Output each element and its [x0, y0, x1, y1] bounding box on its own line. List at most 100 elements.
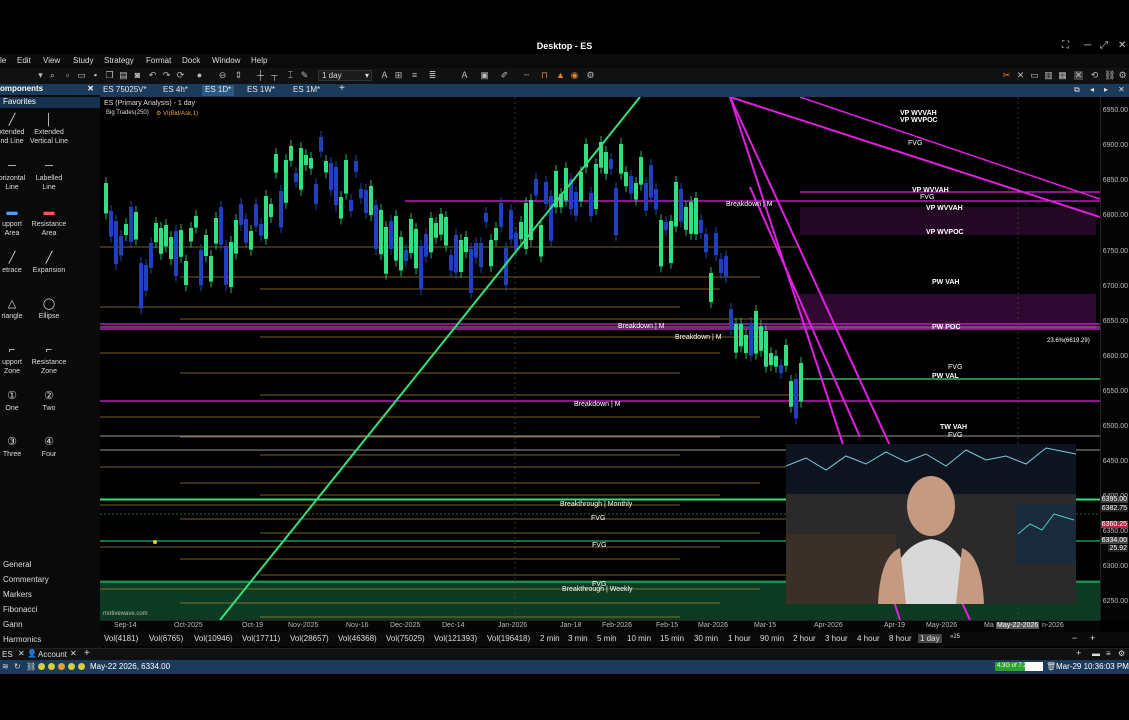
font-icon[interactable]: A	[380, 71, 389, 80]
menu-window[interactable]: Window	[212, 56, 240, 65]
menu-dock[interactable]: Dock	[182, 56, 200, 65]
grid-icon[interactable]: ▦	[1058, 71, 1067, 80]
menu-format[interactable]: Format	[146, 56, 171, 65]
arrow-left-icon[interactable]: ◂	[1090, 85, 1094, 94]
new-icon[interactable]: ▫	[63, 71, 72, 80]
category-harmonics[interactable]: Harmonics	[3, 635, 41, 644]
account-tab[interactable]: Account	[38, 650, 67, 659]
refresh-icon[interactable]: ⟳	[176, 71, 185, 80]
menu-study[interactable]: Study	[73, 56, 93, 65]
add-tab-button[interactable]: +	[336, 83, 348, 94]
menu-help[interactable]: Help	[251, 56, 267, 65]
vol-bar-button[interactable]: Vol(28657)	[290, 634, 329, 643]
vol-bar-button[interactable]: Vol(75025)	[386, 634, 425, 643]
category-markers[interactable]: Markers	[3, 590, 32, 599]
indicator-big-trades[interactable]: Big Trades(250)	[106, 110, 149, 116]
save-icon[interactable]: ▪	[91, 71, 100, 80]
tab-es-1w[interactable]: ES 1W*	[244, 85, 278, 96]
eye-icon[interactable]: ◉	[570, 71, 579, 80]
tool-labelled-line[interactable]: ─ Labelled Line	[27, 158, 71, 192]
link-icon[interactable]: ⛓	[26, 662, 36, 671]
timeframe-button[interactable]: 2 hour	[793, 634, 816, 643]
timeframe-button[interactable]: 3 hour	[825, 634, 848, 643]
pointer-icon[interactable]: ●	[195, 71, 204, 80]
arrow-right-icon[interactable]: ▸	[1104, 85, 1108, 94]
tab-es-1d[interactable]: ES 1D*	[202, 85, 235, 96]
list-icon[interactable]: ≡	[1106, 649, 1111, 658]
tool-resistance-zone[interactable]: ⌐ Resistance Zone	[27, 342, 71, 376]
search-icon[interactable]: ⌕	[48, 71, 57, 80]
vol-bar-button[interactable]: Vol(17711)	[242, 634, 280, 643]
dropdown-icon[interactable]: ▾	[36, 71, 45, 80]
fill-icon[interactable]: ▣	[480, 71, 489, 80]
tool-four[interactable]: ④ Four	[27, 434, 71, 459]
settings-icon[interactable]: ⚙	[586, 71, 595, 80]
symbol-tab[interactable]: ES	[2, 650, 13, 659]
connect-icon[interactable]: ↻	[14, 662, 21, 671]
tool-expansion[interactable]: ╱ Expansion	[27, 250, 71, 275]
text-icon[interactable]: ⌶	[286, 71, 295, 80]
gear-icon[interactable]: ⚙	[1118, 71, 1127, 80]
dash-icon[interactable]: ┄	[522, 71, 531, 80]
maximize-icon[interactable]: ⤢	[1100, 40, 1108, 51]
link-icon[interactable]: ⛓	[1104, 71, 1115, 80]
crosshair-icon[interactable]: ┼	[256, 71, 265, 80]
minimize-icon[interactable]: ─	[1084, 40, 1091, 51]
timeframe-more-button[interactable]: »25	[950, 634, 960, 640]
draw-icon[interactable]: ✎	[300, 71, 309, 80]
favorites-header[interactable]: Favorites	[0, 97, 100, 108]
tab-es-4h[interactable]: ES 4h*	[160, 85, 191, 96]
redo-icon[interactable]: ↷	[162, 71, 171, 80]
undo-icon[interactable]: ↶	[148, 71, 157, 80]
open-icon[interactable]: ▭	[77, 71, 86, 80]
print-icon[interactable]: ▤	[119, 71, 128, 80]
panel-icon[interactable]: ▬	[1092, 649, 1100, 658]
tool-resistance-area[interactable]: ▬ Resistance Area	[27, 204, 71, 238]
lines-icon[interactable]: ≡	[410, 71, 419, 80]
category-gann[interactable]: Gann	[3, 620, 23, 629]
cursor-icon[interactable]: ⇕	[234, 71, 243, 80]
lock-icon[interactable]: ▲	[556, 71, 565, 80]
timeframe-button[interactable]: 2 min	[540, 634, 560, 643]
category-fibonacci[interactable]: Fibonacci	[3, 605, 37, 614]
vol-bar-button[interactable]: Vol(46368)	[338, 634, 377, 643]
popout-icon[interactable]: ⧉	[1074, 85, 1080, 95]
menu-view[interactable]: View	[43, 56, 60, 65]
zoom-icon[interactable]: ⊖	[218, 71, 227, 80]
timeframe-button[interactable]: 90 min	[760, 634, 784, 643]
tools-icon[interactable]: ✂	[1002, 71, 1011, 80]
timeframe-button[interactable]: 15 min	[660, 634, 684, 643]
bars-icon[interactable]: ⊞	[394, 71, 403, 80]
timeframe-select[interactable]: 1 day ▾	[318, 70, 372, 81]
timeframe-button[interactable]: 30 min	[694, 634, 718, 643]
menu-file[interactable]: le	[0, 56, 6, 65]
magnet-icon[interactable]: ⊓	[540, 71, 549, 80]
timeframe-button[interactable]: 8 hour	[889, 634, 912, 643]
plus-icon[interactable]: +	[1090, 633, 1095, 643]
text-color-icon[interactable]: A	[460, 71, 469, 80]
copy-icon[interactable]: ❐	[105, 71, 114, 80]
trash-icon[interactable]: 🗑	[1046, 662, 1056, 671]
timeframe-button[interactable]: 1 hour	[728, 634, 751, 643]
menu-strategy[interactable]: Strategy	[104, 56, 134, 65]
menu-edit[interactable]: Edit	[17, 56, 31, 65]
gear-icon[interactable]: ⚙	[1118, 649, 1125, 658]
add-icon[interactable]: +	[1076, 648, 1081, 658]
tab-close-icon[interactable]: ✕	[1118, 85, 1125, 94]
align-icon[interactable]: ≣	[428, 71, 437, 80]
timeframe-button[interactable]: 3 min	[568, 634, 588, 643]
add-panel-button[interactable]: +	[84, 648, 90, 659]
bar-icon[interactable]: ┬	[270, 71, 279, 80]
fullscreen-icon[interactable]: ⛶	[1062, 40, 1069, 51]
vol-bar-button[interactable]: Vol(121393)	[434, 634, 477, 643]
close-symbol-icon[interactable]: ✕	[18, 649, 25, 658]
vol-bar-button[interactable]: Vol(6765)	[149, 634, 183, 643]
camera-icon[interactable]: ◙	[133, 71, 142, 80]
close-account-icon[interactable]: ✕	[70, 649, 77, 658]
minus-icon[interactable]: −	[1072, 633, 1077, 643]
window-icon[interactable]: ▭	[1030, 71, 1039, 80]
timeframe-button-selected[interactable]: 1 day	[918, 634, 942, 643]
timeframe-button[interactable]: 10 min	[627, 634, 651, 643]
tool-extended-vertical-line[interactable]: │ Extended Vertical Line	[27, 112, 71, 146]
category-commentary[interactable]: Commentary	[3, 575, 49, 584]
